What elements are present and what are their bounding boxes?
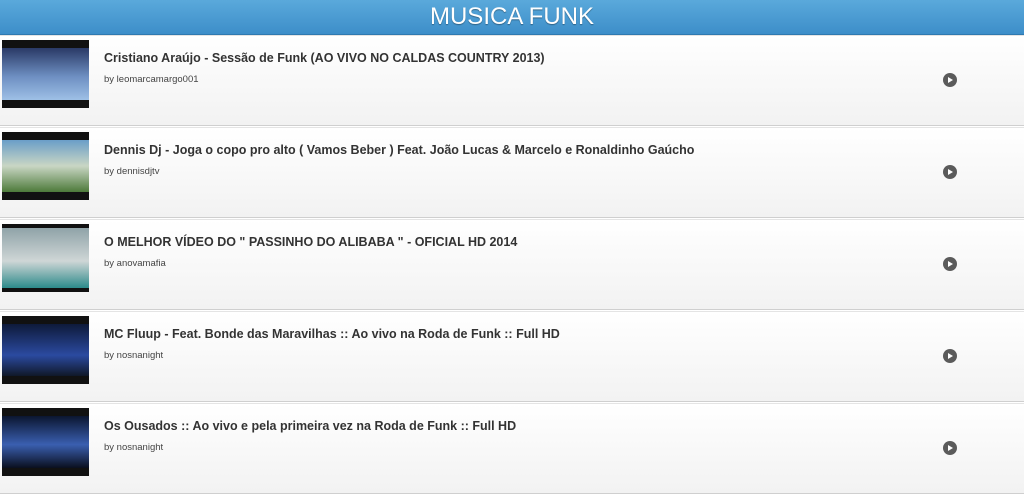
video-author: by leomarcamargo001 bbox=[104, 74, 199, 85]
play-icon[interactable] bbox=[943, 257, 957, 271]
video-list: Cristiano Araújo - Sessão de Funk (AO VI… bbox=[0, 35, 1024, 494]
thumbnail-image bbox=[2, 48, 89, 100]
video-title[interactable]: Dennis Dj - Joga o copo pro alto ( Vamos… bbox=[104, 143, 694, 157]
app-header: MUSICA FUNK bbox=[0, 0, 1024, 35]
video-title[interactable]: Os Ousados :: Ao vivo e pela primeira ve… bbox=[104, 419, 516, 433]
thumbnail-image bbox=[2, 324, 89, 376]
thumbnail-image bbox=[2, 228, 89, 288]
video-author: by nosnanight bbox=[104, 442, 164, 453]
video-thumbnail[interactable] bbox=[2, 408, 89, 476]
video-author: by dennisdjtv bbox=[104, 166, 160, 177]
play-icon[interactable] bbox=[943, 349, 957, 363]
video-list-item[interactable]: O MELHOR VÍDEO DO " PASSINHO DO ALIBABA … bbox=[0, 219, 1024, 310]
video-thumbnail[interactable] bbox=[2, 316, 89, 384]
play-icon[interactable] bbox=[943, 165, 957, 179]
video-title[interactable]: O MELHOR VÍDEO DO " PASSINHO DO ALIBABA … bbox=[104, 235, 517, 249]
video-thumbnail[interactable] bbox=[2, 40, 89, 108]
page-title: MUSICA FUNK bbox=[429, 3, 594, 30]
video-title[interactable]: MC Fluup - Feat. Bonde das Maravilhas ::… bbox=[104, 327, 560, 341]
thumbnail-image bbox=[2, 416, 89, 468]
video-thumbnail[interactable] bbox=[2, 132, 89, 200]
thumbnail-image bbox=[2, 140, 89, 192]
play-icon[interactable] bbox=[943, 73, 957, 87]
video-title[interactable]: Cristiano Araújo - Sessão de Funk (AO VI… bbox=[104, 51, 545, 65]
video-list-item[interactable]: MC Fluup - Feat. Bonde das Maravilhas ::… bbox=[0, 311, 1024, 402]
video-author: by anovamafia bbox=[104, 258, 166, 269]
video-list-item[interactable]: Dennis Dj - Joga o copo pro alto ( Vamos… bbox=[0, 127, 1024, 218]
video-list-item[interactable]: Cristiano Araújo - Sessão de Funk (AO VI… bbox=[0, 35, 1024, 126]
video-author: by nosnanight bbox=[104, 350, 164, 361]
play-icon[interactable] bbox=[943, 441, 957, 455]
video-list-item[interactable]: Os Ousados :: Ao vivo e pela primeira ve… bbox=[0, 403, 1024, 494]
video-thumbnail[interactable] bbox=[2, 224, 89, 292]
